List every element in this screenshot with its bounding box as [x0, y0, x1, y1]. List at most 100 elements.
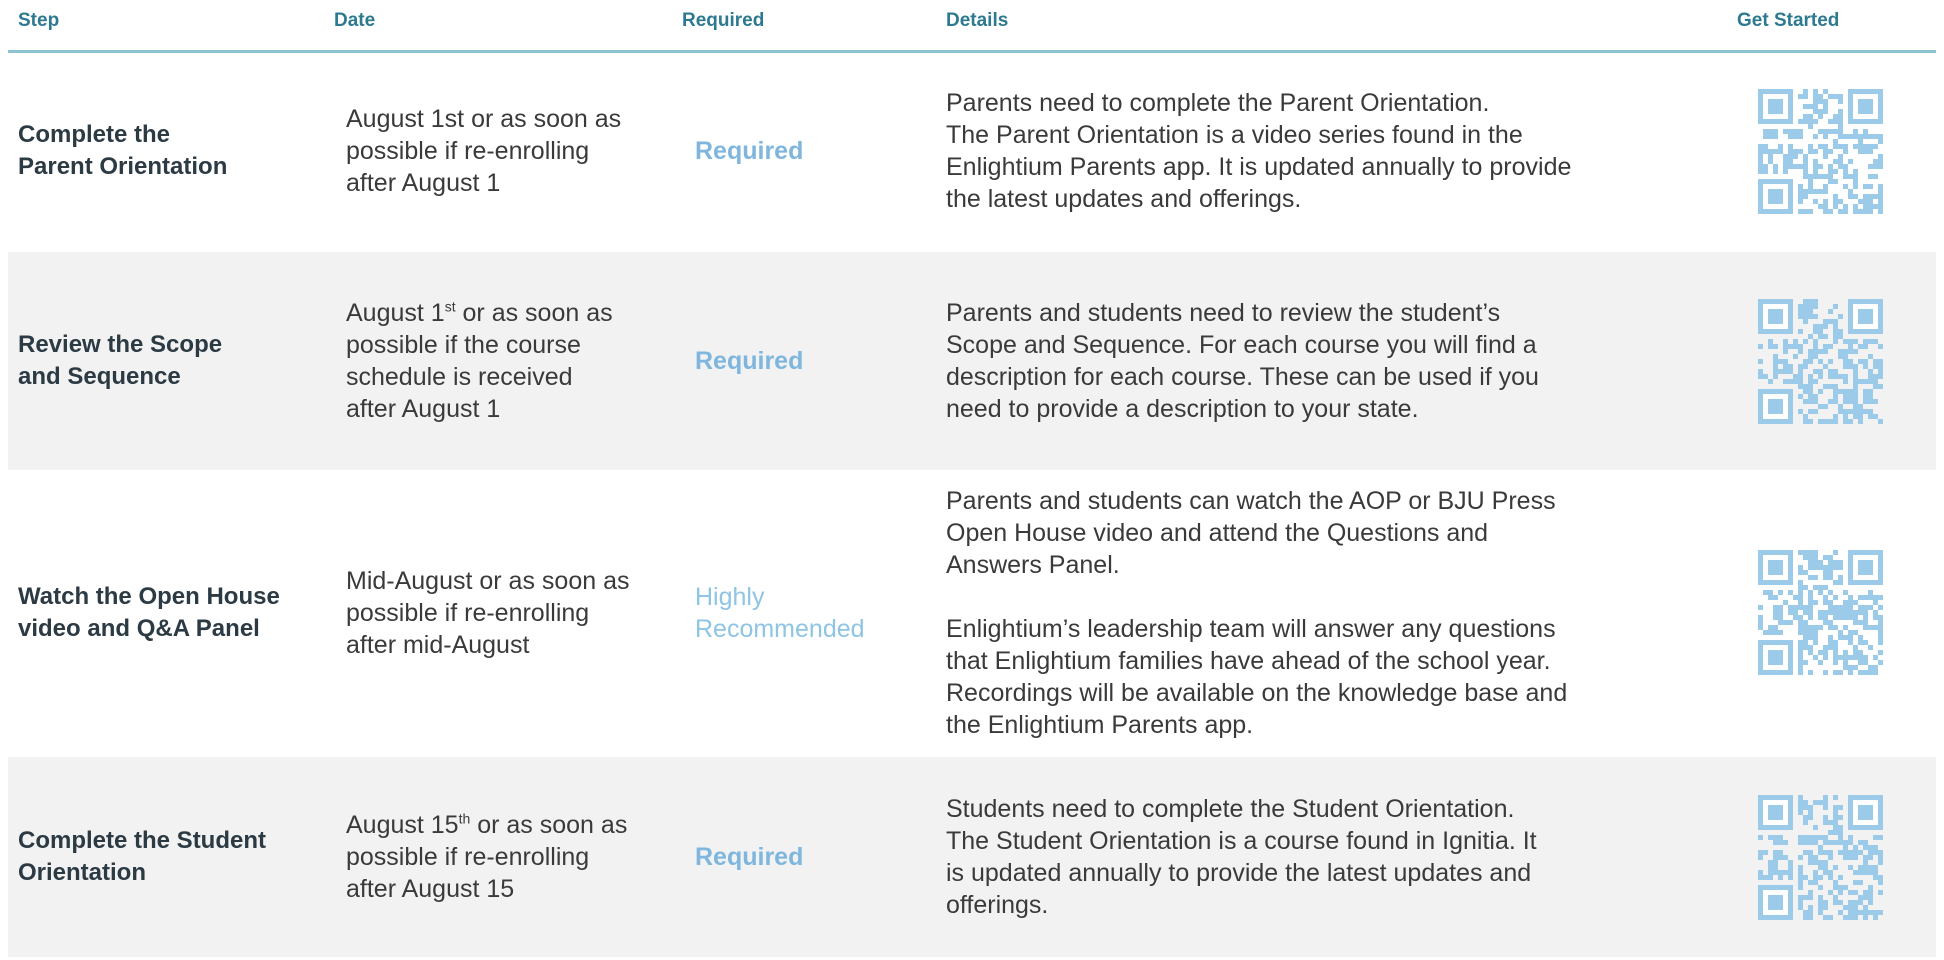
- date-cell: August 1st or as soon as possible if re-e…: [346, 53, 686, 249]
- header-get-started: Get Started: [1737, 10, 1840, 31]
- details-line: description for each course. These can b…: [946, 363, 1539, 391]
- details-paragraph: Parents and students can watch the AOP o…: [946, 485, 1567, 581]
- date-line: August 1st or as soon as: [346, 105, 622, 133]
- details-line: The Parent Orientation is a video series…: [946, 121, 1523, 149]
- date-cell: Mid-August or as soon as possible if re-e…: [346, 470, 686, 755]
- required-status-text: Required: [695, 345, 803, 377]
- date-line: after August 15: [346, 875, 515, 903]
- date-text: August 15th or as soon as possible if re-…: [346, 809, 627, 905]
- details-cell: Parents need to complete the Parent Orie…: [946, 53, 1646, 249]
- date-text: August 1st or as soon as possible if the …: [346, 297, 613, 425]
- details-line: the latest updates and offerings.: [946, 185, 1302, 213]
- details-line: is updated annually to provide the lates…: [946, 859, 1532, 887]
- date-text: Mid-August or as soon as possible if re-e…: [346, 565, 629, 661]
- details-line: that Enlightium families have ahead of t…: [946, 646, 1551, 675]
- details-line: Parents need to complete the Parent Orie…: [946, 89, 1490, 117]
- table-row: Watch the Open House video and Q&A Panel M…: [8, 470, 1936, 755]
- step-name-text: Review the Scope and Sequence: [18, 329, 222, 393]
- required-status-text: Highly Recommended: [695, 581, 865, 645]
- details-text: Parents need to complete the Parent Orie…: [946, 87, 1571, 215]
- table-row: Complete the Parent Orientation August 1st…: [8, 53, 1936, 249]
- date-line: possible if re-enrolling: [346, 137, 590, 165]
- step-name-line: Review the Scope: [18, 331, 223, 358]
- step-name-line: Parent Orientation: [18, 153, 228, 180]
- step-name-text: Complete the Student Orientation: [18, 825, 266, 889]
- required-status-text: Required: [695, 841, 803, 873]
- step-name-line: video and Q&A Panel: [18, 614, 260, 642]
- details-line: offerings.: [946, 891, 1049, 919]
- details-paragraph: Parents need to complete the Parent Orie…: [946, 87, 1571, 215]
- qr-code-icon[interactable]: [1756, 757, 1884, 957]
- details-paragraph: Enlightium’s leadership team will answer…: [946, 613, 1567, 741]
- details-cell: Parents and students need to review the …: [946, 252, 1646, 470]
- step-name: Complete the Parent Orientation: [18, 53, 318, 249]
- step-name-line: Orientation: [18, 859, 147, 886]
- details-line: Students need to complete the Student Or…: [946, 795, 1515, 823]
- date-line: after mid-August: [346, 630, 530, 659]
- details-text: Parents and students need to review the …: [946, 297, 1539, 425]
- qr-code-icon[interactable]: [1756, 252, 1884, 470]
- date-line: possible if the course: [346, 331, 581, 359]
- step-name-line: and Sequence: [18, 363, 181, 390]
- qr-code-icon[interactable]: [1756, 53, 1884, 249]
- step-name-line: Complete the Student: [18, 827, 267, 854]
- required-status-line: Required: [695, 347, 804, 375]
- date-line: possible if re-enrolling: [346, 843, 590, 871]
- onboarding-steps-table: Step Date Required Details Get Started C…: [8, 0, 1936, 957]
- details-cell: Students need to complete the Student Or…: [946, 757, 1646, 957]
- details-line: need to provide a description to your st…: [946, 395, 1419, 423]
- details-text: Students need to complete the Student Or…: [946, 793, 1537, 921]
- date-line: after August 1: [346, 169, 501, 197]
- date-line: Mid-August or as soon as: [346, 566, 630, 595]
- required-status-line: Required: [695, 843, 804, 871]
- table-row: Complete the Student Orientation August 15…: [8, 757, 1936, 957]
- details-line: Open House video and attend the Question…: [946, 518, 1489, 547]
- table-header: Step Date Required Details Get Started: [8, 0, 1936, 53]
- required-status: Required: [695, 252, 915, 470]
- step-name-text: Complete the Parent Orientation: [18, 119, 227, 183]
- header-required: Required: [682, 10, 765, 31]
- schedule-page: Step Date Required Details Get Started C…: [0, 0, 1944, 960]
- details-cell: Parents and students can watch the AOP o…: [946, 470, 1646, 755]
- date-line: August 15th or as soon as: [346, 810, 628, 839]
- details-paragraph: Parents and students need to review the …: [946, 297, 1539, 425]
- step-name-text: Watch the Open House video and Q&A Panel: [18, 581, 280, 645]
- date-line: after August 1: [346, 395, 501, 423]
- details-line: Answers Panel.: [946, 550, 1120, 579]
- required-status-text: Required: [695, 135, 803, 167]
- required-status-line: Required: [695, 137, 804, 165]
- table-row: Review the Scope and Sequence August 1st o…: [8, 252, 1936, 470]
- details-line: The Student Orientation is a course foun…: [946, 827, 1537, 855]
- ordinal-suffix: th: [458, 810, 471, 827]
- details-line: Parents and students can watch the AOP o…: [946, 486, 1556, 515]
- header-date: Date: [334, 10, 376, 31]
- date-cell: August 1st or as soon as possible if the …: [346, 252, 686, 470]
- details-line: Enlightium Parents app. It is updated an…: [946, 153, 1572, 181]
- required-status: Highly Recommended: [695, 470, 915, 755]
- details-paragraph: Students need to complete the Student Or…: [946, 793, 1537, 921]
- required-status: Required: [695, 53, 915, 249]
- details-text: Parents and students can watch the AOP o…: [946, 485, 1567, 741]
- date-line: schedule is received: [346, 363, 573, 391]
- details-line: Enlightium’s leadership team will answer…: [946, 614, 1556, 643]
- details-line: the Enlightium Parents app.: [946, 710, 1254, 739]
- date-line: August 1st or as soon as: [346, 298, 613, 327]
- date-text: August 1st or as soon as possible if re-e…: [346, 103, 621, 199]
- required-status-line: Recommended: [695, 614, 865, 643]
- step-name-line: Complete the: [18, 121, 171, 148]
- date-cell: August 15th or as soon as possible if re-…: [346, 757, 686, 957]
- date-line: possible if re-enrolling: [346, 598, 590, 627]
- details-line: Recordings will be available on the know…: [946, 678, 1568, 707]
- required-status-line: Highly: [695, 582, 765, 611]
- qr-code-icon[interactable]: [1756, 470, 1884, 755]
- step-name-line: Watch the Open House: [18, 582, 280, 610]
- ordinal-suffix: st: [444, 298, 456, 315]
- header-step: Step: [18, 10, 60, 31]
- required-status: Required: [695, 757, 915, 957]
- details-line: Parents and students need to review the …: [946, 299, 1501, 327]
- step-name: Complete the Student Orientation: [18, 757, 318, 957]
- header-details: Details: [946, 10, 1009, 31]
- details-line: Scope and Sequence. For each course you …: [946, 331, 1537, 359]
- step-name: Review the Scope and Sequence: [18, 252, 318, 470]
- step-name: Watch the Open House video and Q&A Panel: [18, 470, 318, 755]
